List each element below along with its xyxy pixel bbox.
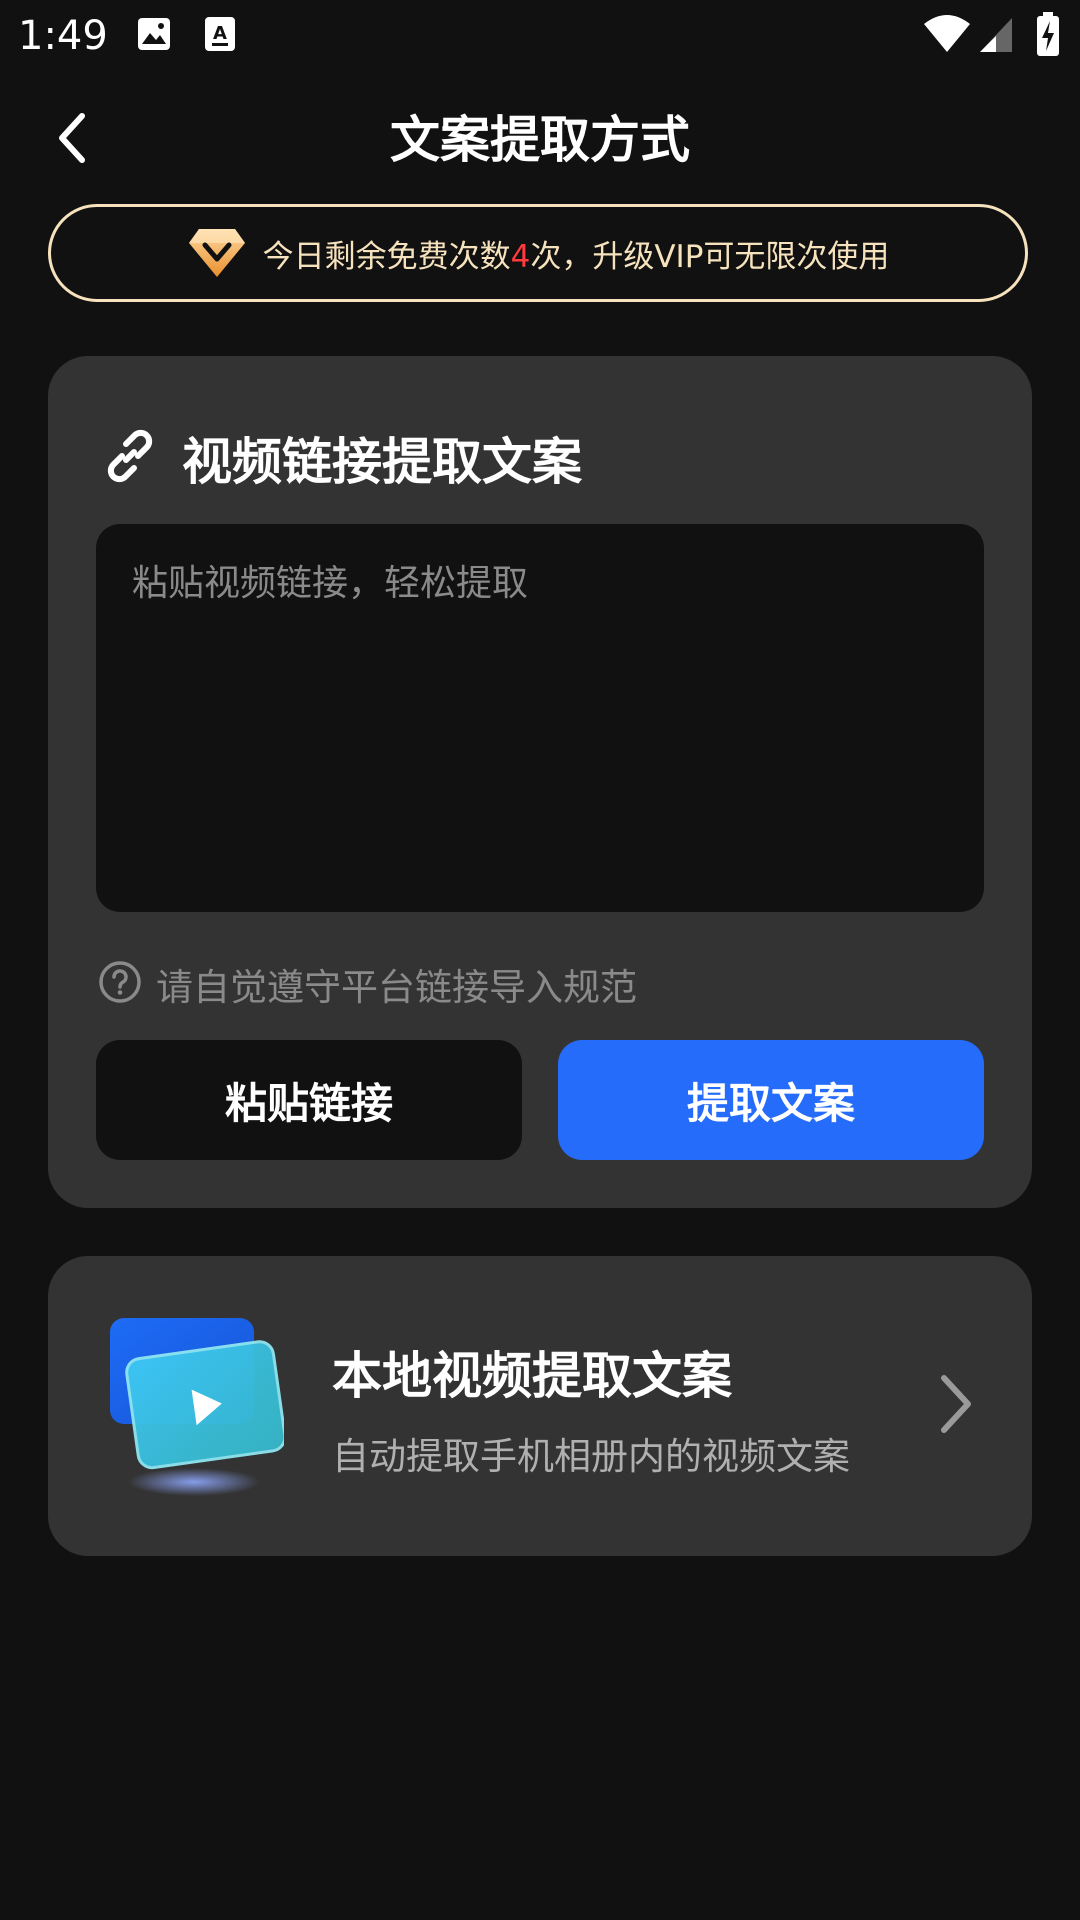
status-bar: 1:49 A: [0, 0, 1080, 72]
page-title: 文案提取方式: [390, 111, 690, 169]
accessibility-text-icon: A: [204, 16, 236, 56]
paste-link-button[interactable]: 粘贴链接: [96, 1040, 522, 1160]
chevron-right-icon: [936, 1372, 976, 1436]
vip-text-prefix: 今日剩余免费次数: [262, 238, 511, 275]
vip-text: 今日剩余免费次数4次，升级VIP可无限次使用: [263, 231, 890, 276]
svg-text:A: A: [213, 23, 227, 44]
vip-remaining-count: 4: [510, 238, 531, 275]
battery-charging-icon: [1036, 12, 1060, 60]
link-icon: [100, 426, 160, 490]
chevron-left-icon: [54, 112, 90, 168]
cellular-signal-icon: [978, 16, 1014, 58]
back-button[interactable]: [36, 104, 108, 176]
local-video-card-subtitle: 自动提取手机相册内的视频文案: [332, 1435, 850, 1478]
local-video-card[interactable]: 本地视频提取文案 自动提取手机相册内的视频文案: [48, 1256, 1032, 1556]
vip-text-suffix: 次，升级VIP可无限次使用: [530, 238, 890, 275]
video-link-input[interactable]: [96, 524, 984, 912]
local-video-icon: [104, 1316, 287, 1506]
extract-copy-button[interactable]: 提取文案: [558, 1040, 984, 1160]
question-circle-icon[interactable]: [98, 960, 142, 1008]
screen: 1:49 A 文案提取方式 今日剩余免费次数4次，升级VIP可无限次使用 视频链…: [0, 0, 1080, 1920]
wifi-icon: [922, 14, 972, 58]
image-icon: [136, 16, 172, 56]
video-link-card: 视频链接提取文案 请自觉遵守平台链接导入规范 粘贴链接 提取文案: [48, 356, 1032, 1208]
vip-diamond-icon: [187, 225, 247, 281]
vip-banner[interactable]: 今日剩余免费次数4次，升级VIP可无限次使用: [48, 204, 1028, 302]
local-video-card-title: 本地视频提取文案: [332, 1347, 732, 1405]
rule-note-text: 请自觉遵守平台链接导入规范: [156, 966, 637, 1009]
status-time: 1:49: [18, 13, 108, 59]
video-link-card-title: 视频链接提取文案: [182, 433, 582, 491]
video-link-card-header: 视频链接提取文案: [100, 420, 582, 496]
rule-note: 请自觉遵守平台链接导入规范: [98, 956, 637, 1012]
header: 文案提取方式: [0, 92, 1080, 188]
